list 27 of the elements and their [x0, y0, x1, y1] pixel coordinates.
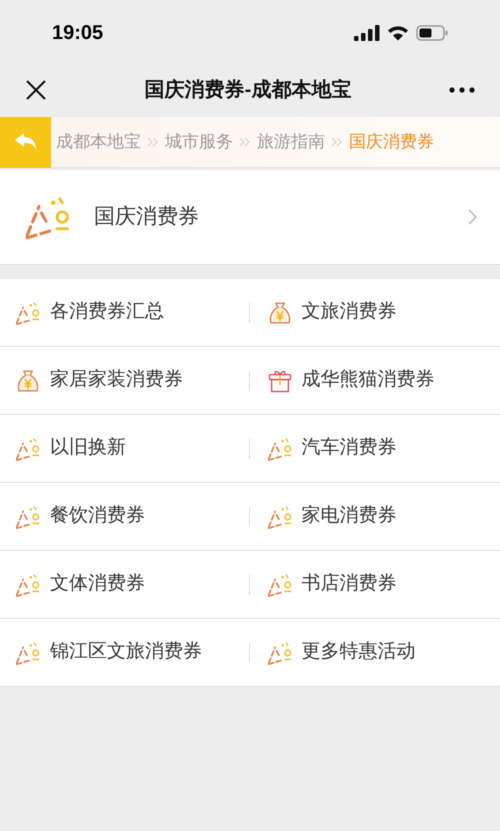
coupon-link[interactable]: 更多特惠活动 — [250, 619, 500, 686]
chevron-icon — [239, 137, 251, 147]
wifi-icon — [387, 25, 409, 41]
close-icon — [25, 78, 47, 100]
more-icon — [448, 86, 475, 92]
coupon-link[interactable]: 餐饮消费券 — [0, 483, 248, 550]
coupon-link[interactable]: 家电消费券 — [250, 483, 500, 550]
back-arrow-icon — [14, 132, 38, 152]
section-header[interactable]: 国庆消费券 — [0, 170, 500, 265]
chevron-right-icon — [468, 209, 478, 225]
chevron-icon — [331, 137, 343, 147]
coupon-link[interactable]: 汽车消费券 — [250, 415, 500, 482]
coupon-link[interactable]: 以旧换新 — [0, 415, 248, 482]
coupon-link[interactable]: 书店消费券 — [250, 551, 500, 618]
battery-icon — [416, 25, 448, 41]
status-time: 19:05 — [52, 21, 104, 46]
chevron-icon — [147, 137, 159, 147]
coupon-link[interactable]: 家居家装消费券 — [0, 347, 248, 414]
window-title: 国庆消费券-成都本地宝 — [144, 78, 352, 102]
signal-icon — [354, 25, 380, 41]
coupon-link[interactable]: 文旅消费券 — [250, 279, 500, 346]
coupon-link[interactable]: 成华熊猫消费券 — [250, 347, 500, 414]
coupon-link[interactable]: 各消费券汇总 — [0, 279, 248, 346]
coupon-link[interactable]: 锦江区文旅消费券 — [0, 619, 248, 686]
section-title: 国庆消费券 — [94, 204, 200, 230]
coupon-link[interactable]: 文体消费券 — [0, 551, 248, 618]
close-button[interactable] — [24, 78, 48, 102]
